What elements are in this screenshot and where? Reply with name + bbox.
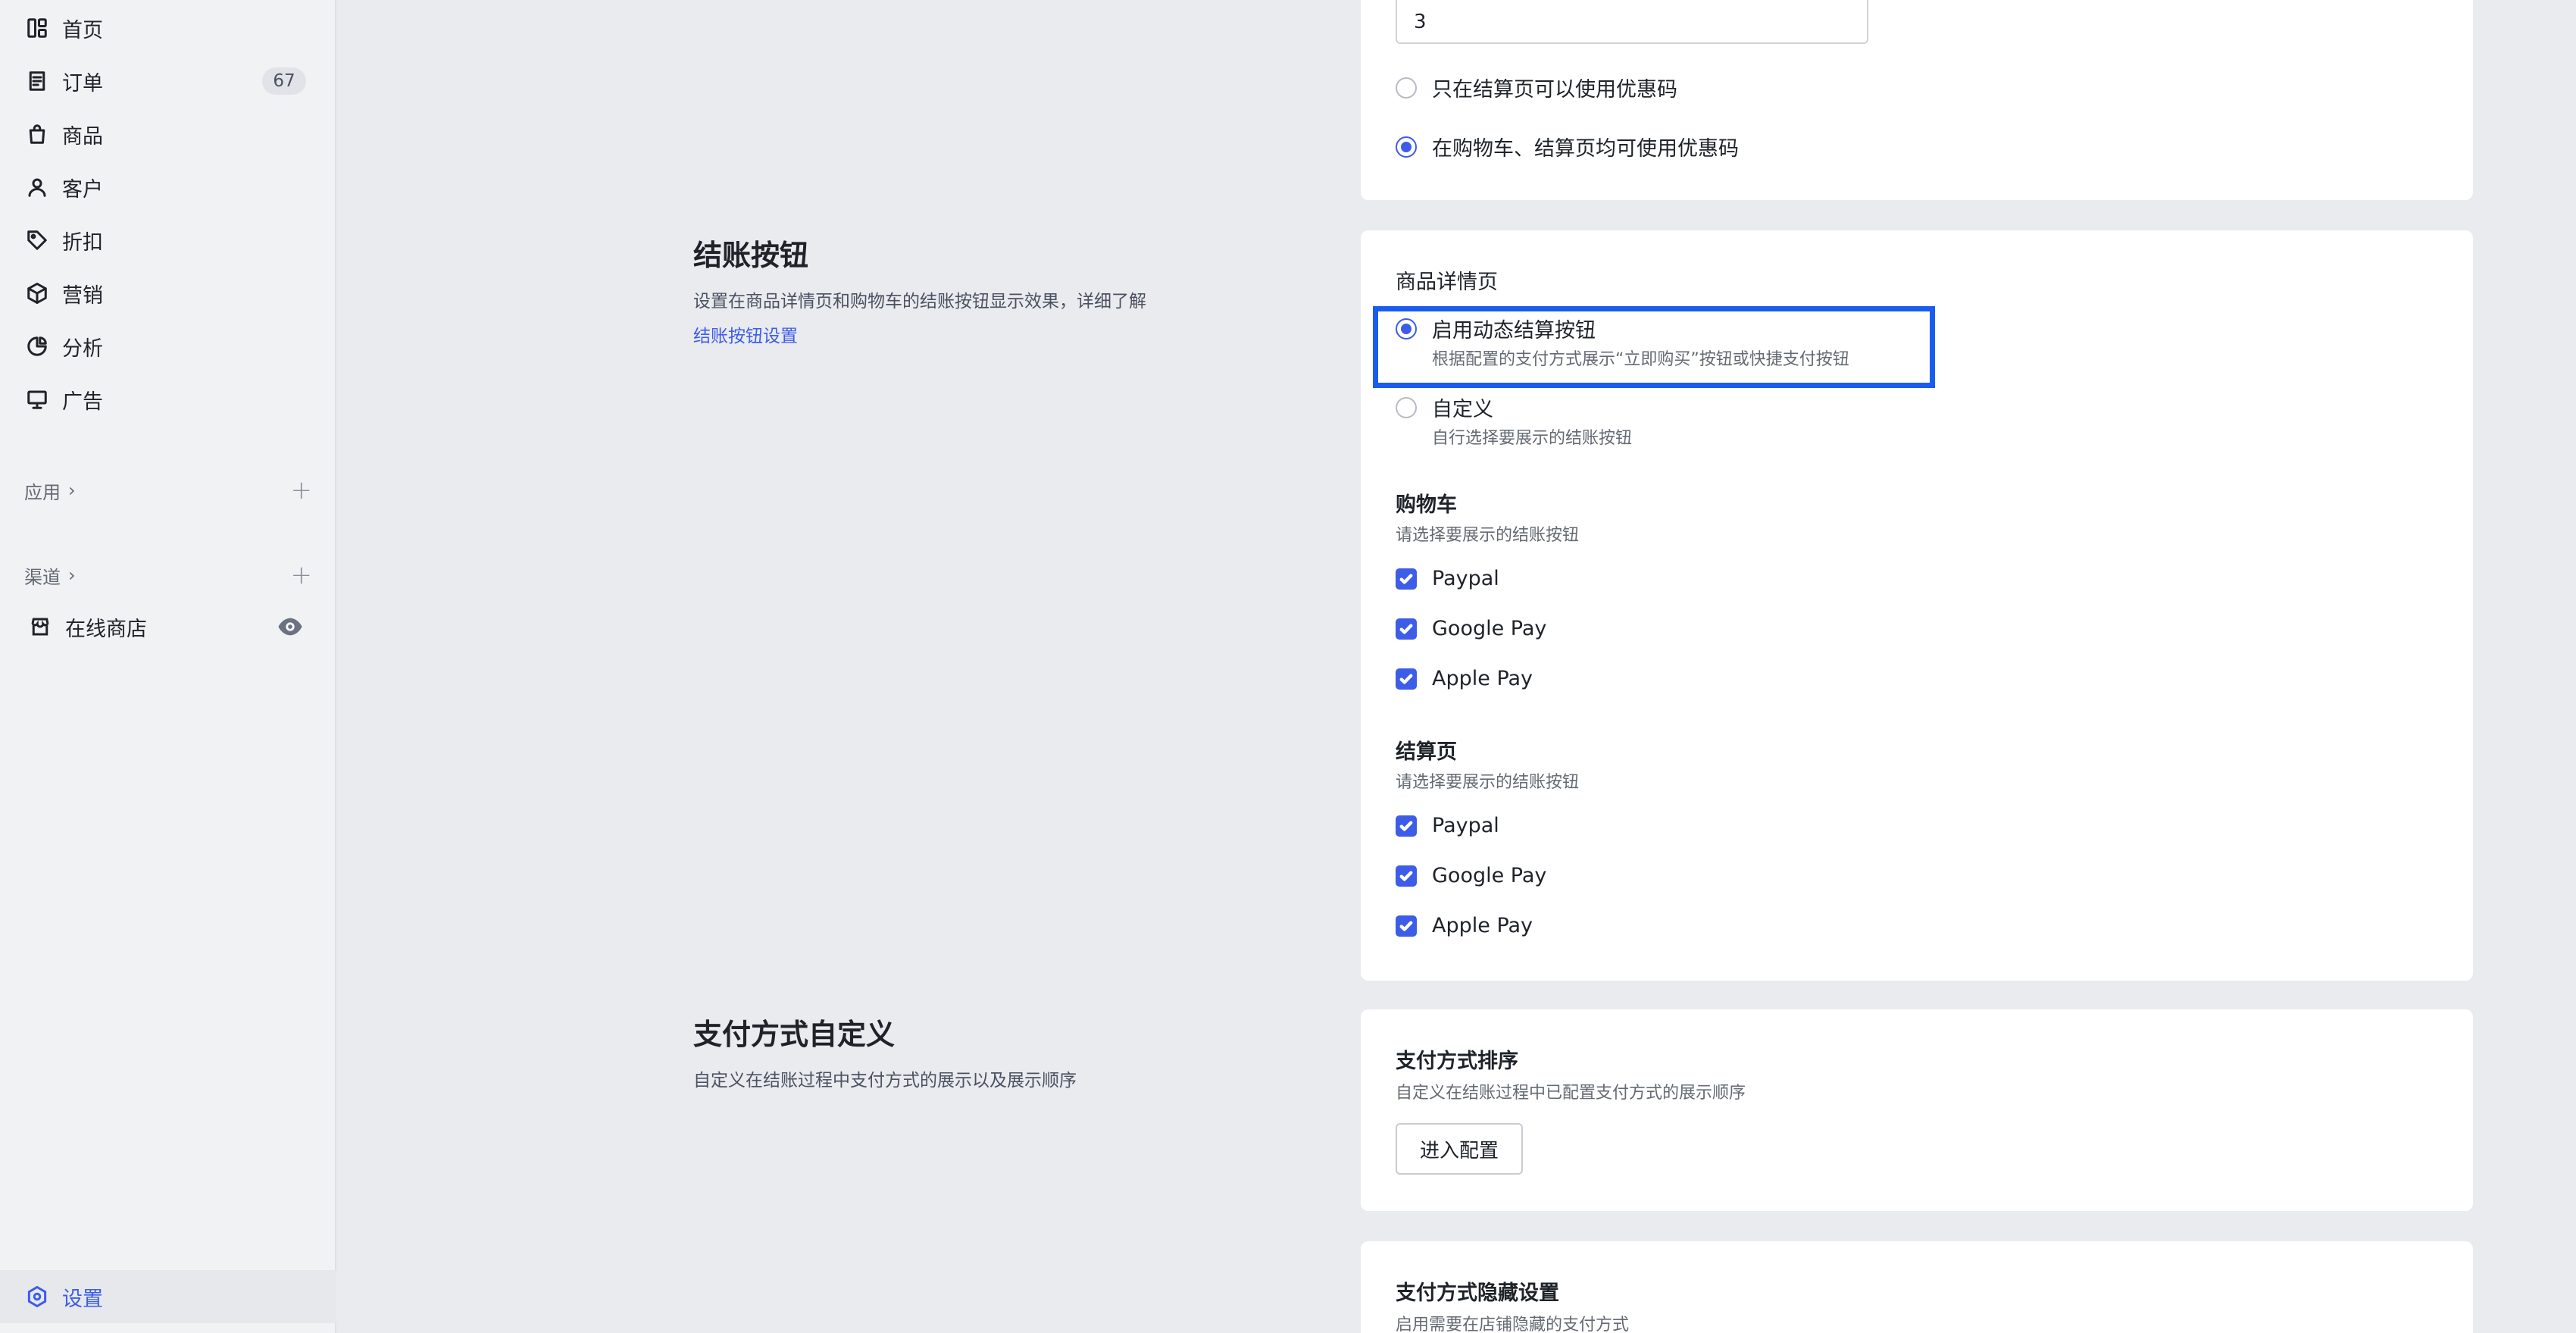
payment-sort-card: 支付方式排序 自定义在结账过程中已配置支付方式的展示顺序 进入配置 [1361,1009,2473,1211]
sidebar-item-label: 分析 [62,336,103,361]
payment-sort-title: 支付方式排序 [1396,1050,1518,1073]
eye-icon[interactable] [277,617,303,642]
home-icon [26,17,48,39]
checkout-group-title: 结算页 [1396,740,1457,764]
checkout-option-apple-pay[interactable]: Apple Pay [1396,914,1533,937]
sidebar-item-label: 客户 [62,177,103,202]
radio-checked[interactable] [1396,318,1417,340]
sidebar-item-products[interactable]: 商品 [0,108,336,161]
cart-option-google-pay[interactable]: Google Pay [1396,617,1546,640]
orders-count-badge: 67 [262,67,306,95]
option-dynamic-checkout[interactable]: 启用动态结算按钮 [1396,314,1596,343]
sidebar: 首页 订单 67 商品 客户 折扣 营销 分析 广告 应用 › + 渠道 › +… [0,0,336,1333]
sidebar-item-ads[interactable]: 广告 [0,373,336,426]
cart-group-title: 购物车 [1396,493,1457,517]
channels-label: 渠道 [24,566,61,588]
payment-sort-desc: 自定义在结账过程中已配置支付方式的展示顺序 [1396,1084,1746,1103]
sidebar-item-analytics[interactable]: 分析 [0,320,336,373]
sidebar-item-settings[interactable]: 设置 [0,1270,336,1323]
checkout-button-card: 商品详情页 启用动态结算按钮 根据配置的支付方式展示“立即购买”按钮或快捷支付按… [1361,230,2473,981]
add-app-icon[interactable]: + [291,475,313,505]
payment-hide-title: 支付方式隐藏设置 [1396,1281,1559,1305]
coupon-limit-input[interactable]: 3 [1396,0,1868,44]
apps-group-header[interactable]: 应用 › + [24,471,312,509]
cart-option-paypal[interactable]: Paypal [1396,567,1499,590]
sidebar-item-label: 首页 [62,18,103,42]
cart-option-apple-pay[interactable]: Apple Pay [1396,667,1533,690]
sidebar-item-label: 订单 [62,71,103,95]
checkbox-checked[interactable] [1396,865,1417,887]
bag-icon [26,123,48,146]
coupon-option-cart-and-checkout[interactable]: 在购物车、结算页均可使用优惠码 [1396,132,1739,161]
store-icon [29,615,52,638]
settings-icon [26,1285,48,1308]
sidebar-item-label: 折扣 [62,230,103,255]
radio-checked[interactable] [1396,136,1417,158]
sidebar-item-label: 营销 [62,283,103,308]
checkbox-checked[interactable] [1396,915,1417,937]
sidebar-item-label: 商品 [62,124,103,149]
radio-unchecked[interactable] [1396,77,1417,99]
checkout-button-section-desc: 设置在商品详情页和购物车的结账按钮显示效果，详细了解 [693,292,1146,311]
checkbox-checked[interactable] [1396,668,1417,690]
settings-label: 设置 [62,1287,103,1311]
checkout-group-desc: 请选择要展示的结账按钮 [1396,773,1580,792]
checkout-button-settings-link[interactable]: 结账按钮设置 [693,321,798,347]
channels-group-header[interactable]: 渠道 › + [24,556,312,594]
pie-chart-icon [26,335,48,358]
checkout-button-section-title: 结账按钮 [693,239,809,272]
checkout-option-google-pay[interactable]: Google Pay [1396,864,1546,887]
coupon-option-checkout-only[interactable]: 只在结算页可以使用优惠码 [1396,73,1677,102]
cart-group-desc: 请选择要展示的结账按钮 [1396,526,1580,545]
apps-label: 应用 [24,481,61,503]
user-icon [26,176,48,199]
order-icon [26,70,48,92]
enter-config-button[interactable]: 进入配置 [1396,1123,1524,1175]
dynamic-checkout-desc: 根据配置的支付方式展示“立即购买”按钮或快捷支付按钮 [1432,350,1849,369]
option-custom-checkout[interactable]: 自定义 [1396,393,1493,422]
add-channel-icon[interactable]: + [291,560,313,590]
tag-icon [26,229,48,252]
sidebar-item-marketing[interactable]: 营销 [0,267,336,320]
custom-checkout-desc: 自行选择要展示的结账按钮 [1432,429,1633,448]
billboard-icon [26,388,48,411]
payment-hide-card: 支付方式隐藏设置 启用需要在店铺隐藏的支付方式 [1361,1241,2473,1333]
sidebar-item-online-store[interactable]: 在线商店 [0,600,336,653]
payment-hide-desc: 启用需要在店铺隐藏的支付方式 [1396,1316,1630,1333]
payment-custom-section-desc: 自定义在结账过程中支付方式的展示以及展示顺序 [693,1071,1077,1090]
sidebar-item-home[interactable]: 首页 [0,2,336,55]
checkout-option-paypal[interactable]: Paypal [1396,814,1499,837]
product-page-title: 商品详情页 [1396,271,1498,294]
radio-unchecked[interactable] [1396,396,1417,418]
checkbox-checked[interactable] [1396,568,1417,590]
sidebar-item-orders[interactable]: 订单 67 [0,55,336,108]
checkbox-checked[interactable] [1396,815,1417,837]
checkbox-checked[interactable] [1396,618,1417,640]
sidebar-item-discounts[interactable]: 折扣 [0,214,336,267]
chevron-right-icon: › [68,565,76,586]
sidebar-item-label: 在线商店 [65,617,147,641]
chevron-right-icon: › [68,480,76,501]
box-icon [26,282,48,305]
coupon-card: 3 只在结算页可以使用优惠码 在购物车、结算页均可使用优惠码 [1361,0,2473,200]
sidebar-item-label: 广告 [62,390,103,414]
sidebar-item-customers[interactable]: 客户 [0,161,336,214]
payment-custom-section-title: 支付方式自定义 [693,1018,896,1051]
